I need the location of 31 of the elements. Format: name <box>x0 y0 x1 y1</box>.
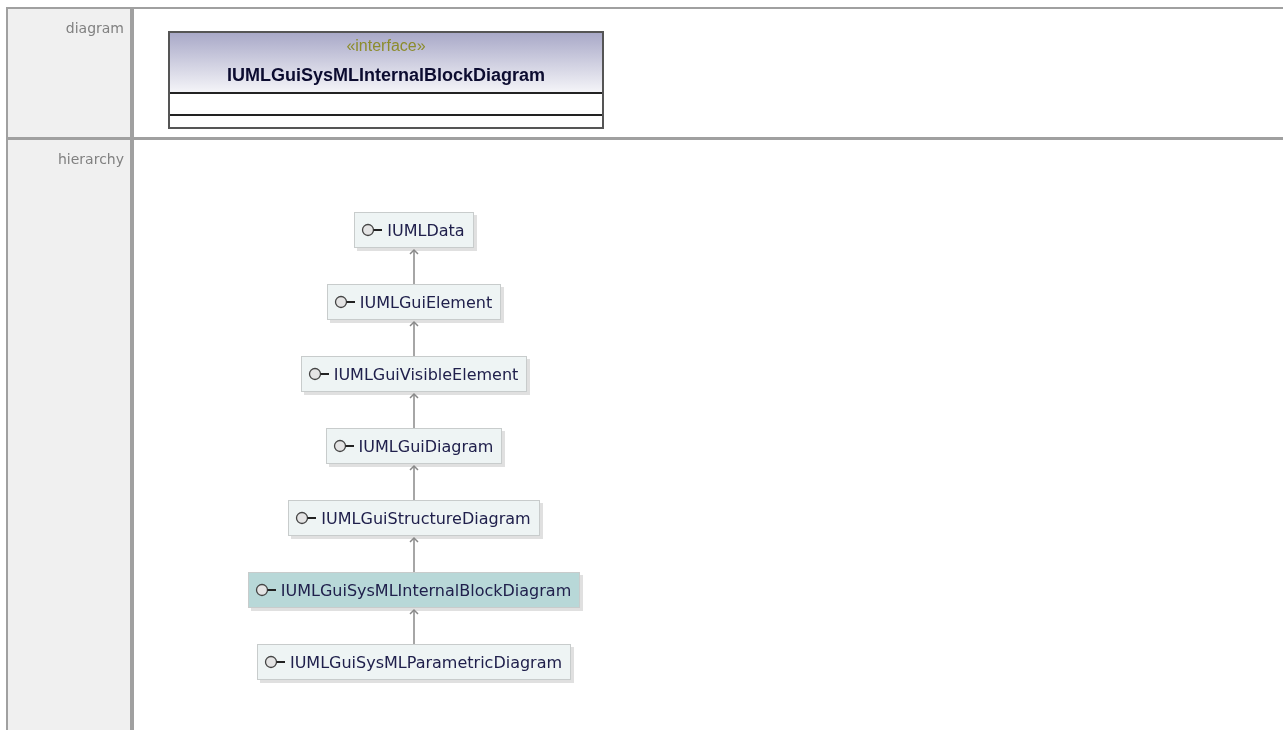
inheritance-arrow <box>409 320 419 356</box>
interface-name: IUMLGuiStructureDiagram <box>321 508 531 528</box>
inheritance-arrow <box>409 248 419 284</box>
interface-icon <box>361 223 384 237</box>
inheritance-arrow <box>409 464 419 500</box>
interface-icon <box>254 583 277 597</box>
interface-name: IUMLGuiVisibleElement <box>333 364 519 384</box>
interface-name: IUMLGuiSysMLParametricDiagram <box>289 652 563 672</box>
inheritance-arrow <box>409 536 419 572</box>
interface-node[interactable]: IUMLGuiDiagram <box>325 428 503 464</box>
interface-icon <box>295 511 318 525</box>
interface-node[interactable]: IUMLGuiVisibleElement <box>300 356 528 392</box>
interface-icon <box>333 295 356 309</box>
interface-icon <box>263 655 286 669</box>
stereotype-label: «interface» <box>346 37 426 55</box>
interface-node[interactable]: IUMLGuiSysMLInternalBlockDiagram <box>247 572 581 608</box>
interface-icon <box>332 439 355 453</box>
inheritance-arrow <box>409 392 419 428</box>
class-name: IUMLGuiSysMLInternalBlockDiagram <box>226 65 546 86</box>
interface-node[interactable]: IUMLGuiElement <box>326 284 502 320</box>
inheritance-arrow <box>409 608 419 644</box>
interface-node[interactable]: IUMLData <box>354 212 474 248</box>
interface-node[interactable]: IUMLGuiSysMLParametricDiagram <box>256 644 572 680</box>
row-label: hierarchy <box>58 151 124 167</box>
interface-node[interactable]: IUMLGuiStructureDiagram <box>288 500 540 536</box>
interface-name: IUMLGuiSysMLInternalBlockDiagram <box>280 580 572 600</box>
interface-icon <box>307 367 330 381</box>
interface-name: IUMLData <box>387 220 465 240</box>
row-label: diagram <box>65 20 124 36</box>
interface-name: IUMLGuiElement <box>359 292 493 312</box>
interface-name: IUMLGuiDiagram <box>358 436 494 456</box>
